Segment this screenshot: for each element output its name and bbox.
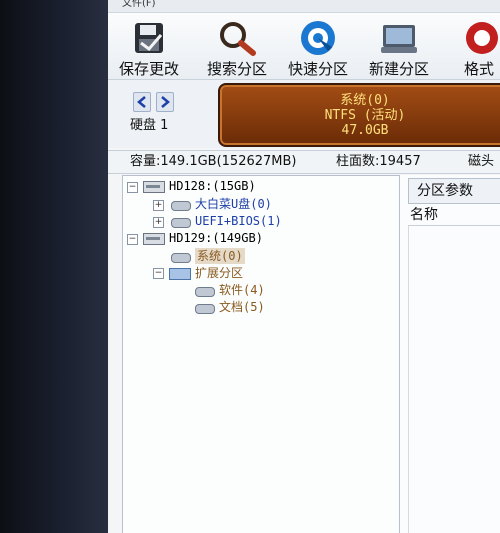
format-icon (466, 22, 498, 54)
collapse-toggle[interactable]: − (127, 182, 138, 193)
tree-partition-label: 系统(0) (197, 249, 243, 263)
tree-partition-uefi-bios[interactable]: UEFI+BIOS(1) (195, 213, 282, 229)
capacity-text: 容量:149.1GB(152627MB) (130, 154, 297, 169)
partition-block-system[interactable]: 系统(0) NTFS (活动) 47.0GB (218, 83, 500, 147)
tree-disk-label: HD128:(15GB) (169, 179, 256, 193)
next-disk-button[interactable] (156, 92, 174, 112)
heads-text: 磁头 (468, 154, 495, 169)
tree-partition-dabaicai[interactable]: 大白菜U盘(0) (195, 196, 272, 212)
new-partition-icon (381, 25, 417, 53)
toolbar: 保存更改 搜索分区 快速分区 新建分区 格式 (108, 13, 500, 80)
search-partition-button[interactable]: 搜索分区 (204, 15, 270, 78)
partition-name: 系统(0) (340, 93, 390, 108)
tree-partition-software[interactable]: 软件(4) (219, 282, 265, 298)
app-window: 文件(F) 保存更改 搜索分区 快速分区 新建分区 格式 硬盘 1 系统(0) … (108, 0, 500, 533)
tree-partition-label: 大白菜U盘(0) (195, 197, 272, 211)
partition-icon (171, 253, 191, 263)
search-icon (220, 22, 256, 56)
menu-bar: 文件(F) (108, 0, 500, 13)
format-button[interactable]: 格式 (460, 15, 500, 78)
monitor-bezel (0, 0, 115, 533)
hard-disk-icon (143, 181, 165, 193)
partition-params-panel: 分区参数 名称 (399, 175, 500, 533)
tree-partition-documents[interactable]: 文档(5) (219, 299, 265, 315)
chevron-right-icon (161, 96, 170, 108)
disk-tree: − HD128:(15GB) + 大白菜U盘(0) + UEFI+BIOS(1)… (122, 175, 400, 533)
grid-line (408, 226, 409, 533)
tree-partition-label: 文档(5) (219, 300, 265, 314)
menu-file[interactable]: 文件(F) (122, 0, 156, 10)
save-changes-label: 保存更改 (118, 60, 179, 78)
partition-icon (195, 287, 215, 297)
search-partition-label: 搜索分区 (206, 60, 267, 78)
tree-extended-partition[interactable]: 扩展分区 (195, 265, 243, 281)
partition-icon (195, 304, 215, 314)
expand-toggle[interactable]: + (153, 217, 164, 228)
new-partition-button[interactable]: 新建分区 (364, 15, 434, 78)
quick-partition-icon (301, 21, 335, 55)
quick-partition-button[interactable]: 快速分区 (283, 15, 353, 78)
format-label: 格式 (464, 60, 495, 78)
tree-disk-hd128[interactable]: HD128:(15GB) (169, 178, 256, 194)
prev-disk-button[interactable] (133, 92, 151, 112)
tree-disk-label: HD129:(149GB) (169, 231, 263, 245)
expand-toggle[interactable]: + (153, 200, 164, 211)
chevron-left-icon (137, 96, 146, 108)
partition-icon (171, 201, 191, 211)
tree-partition-label: 软件(4) (219, 283, 265, 297)
disk-bar: 硬盘 1 系统(0) NTFS (活动) 47.0GB (108, 80, 500, 148)
partition-icon (171, 218, 191, 228)
partition-size: 47.0GB (341, 123, 389, 138)
tree-disk-hd129[interactable]: HD129:(149GB) (169, 230, 263, 246)
cylinders-text: 柱面数:19457 (336, 154, 421, 169)
tree-partition-label: UEFI+BIOS(1) (195, 214, 282, 228)
save-changes-button[interactable]: 保存更改 (118, 15, 180, 78)
extended-partition-icon (169, 268, 191, 280)
tree-partition-system[interactable]: 系统(0) (195, 248, 245, 264)
tab-partition-params[interactable]: 分区参数 (408, 178, 500, 204)
new-partition-label: 新建分区 (368, 60, 429, 78)
partition-fs: NTFS (活动) (324, 108, 406, 123)
collapse-toggle[interactable]: − (127, 234, 138, 245)
disk-info-line: 容量:149.1GB(152627MB) 柱面数:19457 磁头 (108, 150, 500, 174)
collapse-toggle[interactable]: − (153, 268, 164, 279)
quick-partition-label: 快速分区 (287, 60, 348, 78)
save-icon (135, 23, 163, 53)
tree-partition-label: 扩展分区 (195, 266, 244, 280)
disk-label: 硬盘 1 (130, 118, 169, 133)
column-header-name[interactable]: 名称 (408, 205, 500, 226)
hard-disk-icon (143, 233, 165, 245)
